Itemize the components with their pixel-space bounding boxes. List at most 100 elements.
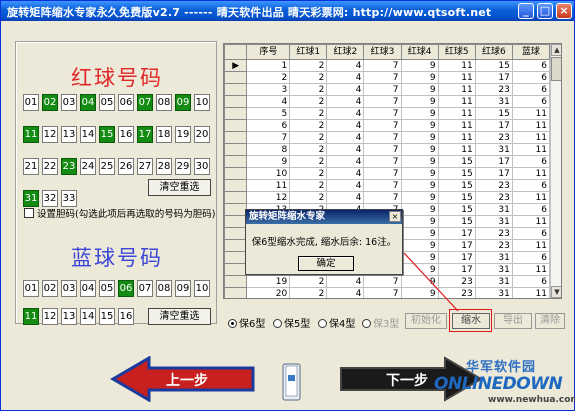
table-cell[interactable]: 4: [326, 167, 365, 180]
column-header[interactable]: 红球4: [400, 44, 439, 60]
red-ball-20[interactable]: 20: [194, 126, 210, 143]
init-button[interactable]: 初始化: [405, 313, 447, 329]
table-cell[interactable]: 23: [474, 191, 513, 204]
column-header[interactable]: 蓝球: [511, 44, 551, 60]
red-clear-button[interactable]: 清空重选: [148, 179, 211, 196]
red-ball-04[interactable]: 04: [80, 94, 96, 111]
table-row[interactable]: 20 2 4 7 9 23 31 11: [224, 287, 551, 298]
dialog-ok-button[interactable]: 确定: [298, 256, 354, 271]
table-cell[interactable]: 9: [400, 95, 439, 108]
table-cell[interactable]: 4: [326, 275, 365, 288]
table-row[interactable]: 6 2 4 7 9 11 17 11: [224, 119, 551, 132]
radio-bao5-dot[interactable]: [273, 319, 282, 328]
red-ball-17[interactable]: 17: [137, 126, 153, 143]
red-ball-23[interactable]: 23: [61, 158, 77, 175]
table-cell[interactable]: 31: [474, 95, 513, 108]
table-cell[interactable]: 6: [511, 71, 551, 84]
red-ball-05[interactable]: 05: [99, 94, 115, 111]
table-cell[interactable]: 23: [474, 239, 513, 252]
table-cell[interactable]: 9: [400, 251, 439, 264]
table-cell[interactable]: 2: [289, 131, 328, 144]
table-row[interactable]: 7 2 4 7 9 11 23 11: [224, 131, 551, 144]
red-ball-22[interactable]: 22: [42, 158, 58, 175]
table-cell[interactable]: 2: [289, 107, 328, 120]
table-cell[interactable]: 6: [511, 155, 551, 168]
blue-ball-08[interactable]: 08: [156, 280, 172, 297]
table-cell[interactable]: 7: [363, 59, 402, 72]
table-cell[interactable]: 31: [474, 263, 513, 276]
table-cell[interactable]: 23: [474, 179, 513, 192]
column-header[interactable]: 红球2: [326, 44, 365, 60]
maximize-button[interactable]: □: [537, 3, 553, 19]
table-cell[interactable]: 2: [289, 191, 328, 204]
scroll-thumb[interactable]: [551, 57, 561, 81]
table-cell[interactable]: 19: [246, 275, 291, 288]
table-cell[interactable]: 9: [400, 167, 439, 180]
table-cell[interactable]: 6: [511, 95, 551, 108]
table-cell[interactable]: 15: [437, 215, 476, 228]
table-cell[interactable]: 2: [289, 143, 328, 156]
table-cell[interactable]: 2: [289, 287, 328, 298]
table-cell[interactable]: 31: [474, 287, 513, 298]
blue-ball-02[interactable]: 02: [42, 280, 58, 297]
blue-ball-14[interactable]: 14: [80, 308, 96, 325]
table-cell[interactable]: 11: [511, 119, 551, 132]
table-cell[interactable]: 2: [289, 275, 328, 288]
title-bar[interactable]: 旋转矩阵缩水专家永久免费版v2.7 ------ 晴天软件出品 晴天彩票网: h…: [1, 1, 574, 21]
blue-ball-12[interactable]: 12: [42, 308, 58, 325]
red-ball-12[interactable]: 12: [42, 126, 58, 143]
table-cell[interactable]: 4: [326, 191, 365, 204]
table-cell[interactable]: 11: [511, 287, 551, 298]
table-cell[interactable]: 6: [511, 203, 551, 216]
table-cell[interactable]: 17: [437, 263, 476, 276]
dan-option[interactable]: 设置胆码(勾选此项后再选取的号码为胆码): [24, 206, 215, 220]
table-row[interactable]: ▶ 1 2 4 7 9 11 15 6: [224, 59, 551, 72]
table-row[interactable]: 11 2 4 7 9 15 23 6: [224, 179, 551, 192]
red-ball-18[interactable]: 18: [156, 126, 172, 143]
table-row[interactable]: 8 2 4 7 9 11 31 11: [224, 143, 551, 156]
table-cell[interactable]: 1: [246, 59, 291, 72]
table-cell[interactable]: 11: [437, 131, 476, 144]
red-ball-30[interactable]: 30: [194, 158, 210, 175]
table-cell[interactable]: 31: [474, 215, 513, 228]
table-cell[interactable]: 4: [326, 83, 365, 96]
table-row[interactable]: 12 2 4 7 9 15 23 11: [224, 191, 551, 204]
red-ball-01[interactable]: 01: [23, 94, 39, 111]
table-row[interactable]: 10 2 4 7 9 15 17 11: [224, 167, 551, 180]
table-cell[interactable]: 31: [474, 275, 513, 288]
table-cell[interactable]: 11: [511, 131, 551, 144]
red-ball-03[interactable]: 03: [61, 94, 77, 111]
table-cell[interactable]: 15: [474, 107, 513, 120]
row-header[interactable]: [224, 83, 248, 96]
red-ball-25[interactable]: 25: [99, 158, 115, 175]
row-header[interactable]: [224, 287, 248, 298]
table-cell[interactable]: 6: [511, 83, 551, 96]
table-row[interactable]: 9 2 4 7 9 15 17 6: [224, 155, 551, 168]
grid-scrollbar[interactable]: ▲ ▼: [550, 44, 561, 298]
radio-bao3[interactable]: 保3型: [362, 315, 399, 330]
table-cell[interactable]: 17: [474, 71, 513, 84]
current-row-icon[interactable]: ▶: [224, 59, 248, 72]
table-cell[interactable]: 9: [400, 131, 439, 144]
table-cell[interactable]: 9: [400, 239, 439, 252]
blue-ball-05[interactable]: 05: [99, 280, 115, 297]
table-cell[interactable]: 7: [363, 287, 402, 298]
table-cell[interactable]: 4: [326, 143, 365, 156]
blue-ball-16[interactable]: 16: [118, 308, 134, 325]
table-cell[interactable]: 4: [326, 179, 365, 192]
table-cell[interactable]: 31: [474, 143, 513, 156]
table-cell[interactable]: 7: [363, 143, 402, 156]
red-ball-24[interactable]: 24: [80, 158, 96, 175]
column-header[interactable]: 红球5: [437, 44, 476, 60]
row-header[interactable]: [224, 155, 248, 168]
table-cell[interactable]: 11: [437, 71, 476, 84]
radio-bao5[interactable]: 保5型: [273, 315, 310, 330]
table-cell[interactable]: 6: [511, 275, 551, 288]
table-cell[interactable]: 7: [363, 107, 402, 120]
radio-bao6[interactable]: 保6型: [228, 315, 265, 330]
table-cell[interactable]: 23: [474, 227, 513, 240]
table-cell[interactable]: 11: [437, 59, 476, 72]
table-cell[interactable]: 9: [400, 215, 439, 228]
help-book-icon[interactable]: [281, 361, 303, 403]
table-cell[interactable]: 9: [400, 191, 439, 204]
